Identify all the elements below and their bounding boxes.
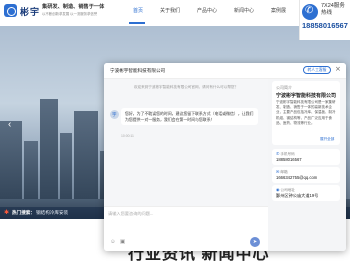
nav-item-products[interactable]: 产品中心 <box>197 7 217 14</box>
agent-avatar <box>110 110 119 119</box>
chat-bubble: 您好，为了不耽误您的时间，建议您留下联系方式（电话或微信），让我们为您提供一对一… <box>121 108 258 126</box>
expand-link[interactable]: 展开全部 <box>320 137 334 142</box>
skyline-building <box>74 111 98 199</box>
system-message: 欢迎来到宁波彬宇智能科技有限公司官网，请问有什么可以帮您？ <box>133 85 239 89</box>
logo-text[interactable]: 彬宇 <box>20 5 40 18</box>
close-icon[interactable]: × <box>335 65 341 73</box>
company-card-label: 公司简介 <box>276 85 292 90</box>
skyline-building <box>24 141 38 199</box>
hot-search-link[interactable]: 钢结构冷库安装 <box>36 210 68 216</box>
image-icon[interactable]: ▣ <box>120 239 125 245</box>
contact-label-text: 邮箱 <box>280 170 288 174</box>
contact-email-value[interactable]: 1666342755@qq.com <box>276 175 317 180</box>
phone-icon: ✆ <box>276 151 280 156</box>
location-icon: ◉ <box>276 187 280 192</box>
chat-input[interactable] <box>108 211 258 231</box>
slogan-sub: 以不断创新求发展 以一流服务求信誉 <box>42 12 98 16</box>
mail-icon: ✉ <box>276 169 280 174</box>
nav-item-home[interactable]: 首页 <box>133 7 143 14</box>
contact-label-text: 手机号码 <box>280 152 295 156</box>
service-hotline-number[interactable]: 18858016567 <box>302 21 349 31</box>
skyline-building <box>60 133 72 199</box>
slogan: 集研发、制造、销售于一体 <box>42 4 105 10</box>
nav-item-cases[interactable]: 案例展 <box>271 7 286 14</box>
nav-item-about[interactable]: 关于我们 <box>160 7 180 14</box>
fire-icon: ✱ <box>4 210 10 216</box>
chat-title: 宁波彬宇智能科技有限公司 <box>110 68 166 73</box>
skyline-building <box>0 121 22 199</box>
hot-search-label: 热门搜索： <box>12 210 35 215</box>
contact-address-value: 鄞州区钟公庙大道19号 <box>276 193 319 198</box>
transfer-human-button[interactable]: 转人工客服 <box>303 66 331 74</box>
chat-window: 宁波彬宇智能科技有限公司 转人工客服 × 欢迎来到宁波彬宇智能科技有限公司官网，… <box>104 63 346 251</box>
company-description: 宁波彬宇智能科技有限公司是一家集研发、制造、销售于一体的高新技术企业，主要产品包… <box>276 100 336 125</box>
company-name: 宁波彬宇智能科技有限公司 <box>276 93 337 99</box>
skyline-building <box>40 99 58 199</box>
nav-active-indicator <box>129 22 145 24</box>
logo-icon[interactable] <box>4 4 17 17</box>
phone-icon <box>302 4 318 20</box>
contact-label-text: 公司地址 <box>280 188 295 192</box>
emoji-icon[interactable]: ☺ <box>110 239 116 245</box>
contact-phone-value[interactable]: 18858016567 <box>276 157 302 162</box>
send-button[interactable]: ➤ <box>250 237 260 247</box>
chevron-left-icon[interactable]: ‹ <box>8 119 11 130</box>
service-hotline-title: 7X24服务热线 <box>321 3 345 16</box>
nav-item-news[interactable]: 新闻中心 <box>234 7 254 14</box>
message-time: 10:00:11 <box>121 134 134 138</box>
